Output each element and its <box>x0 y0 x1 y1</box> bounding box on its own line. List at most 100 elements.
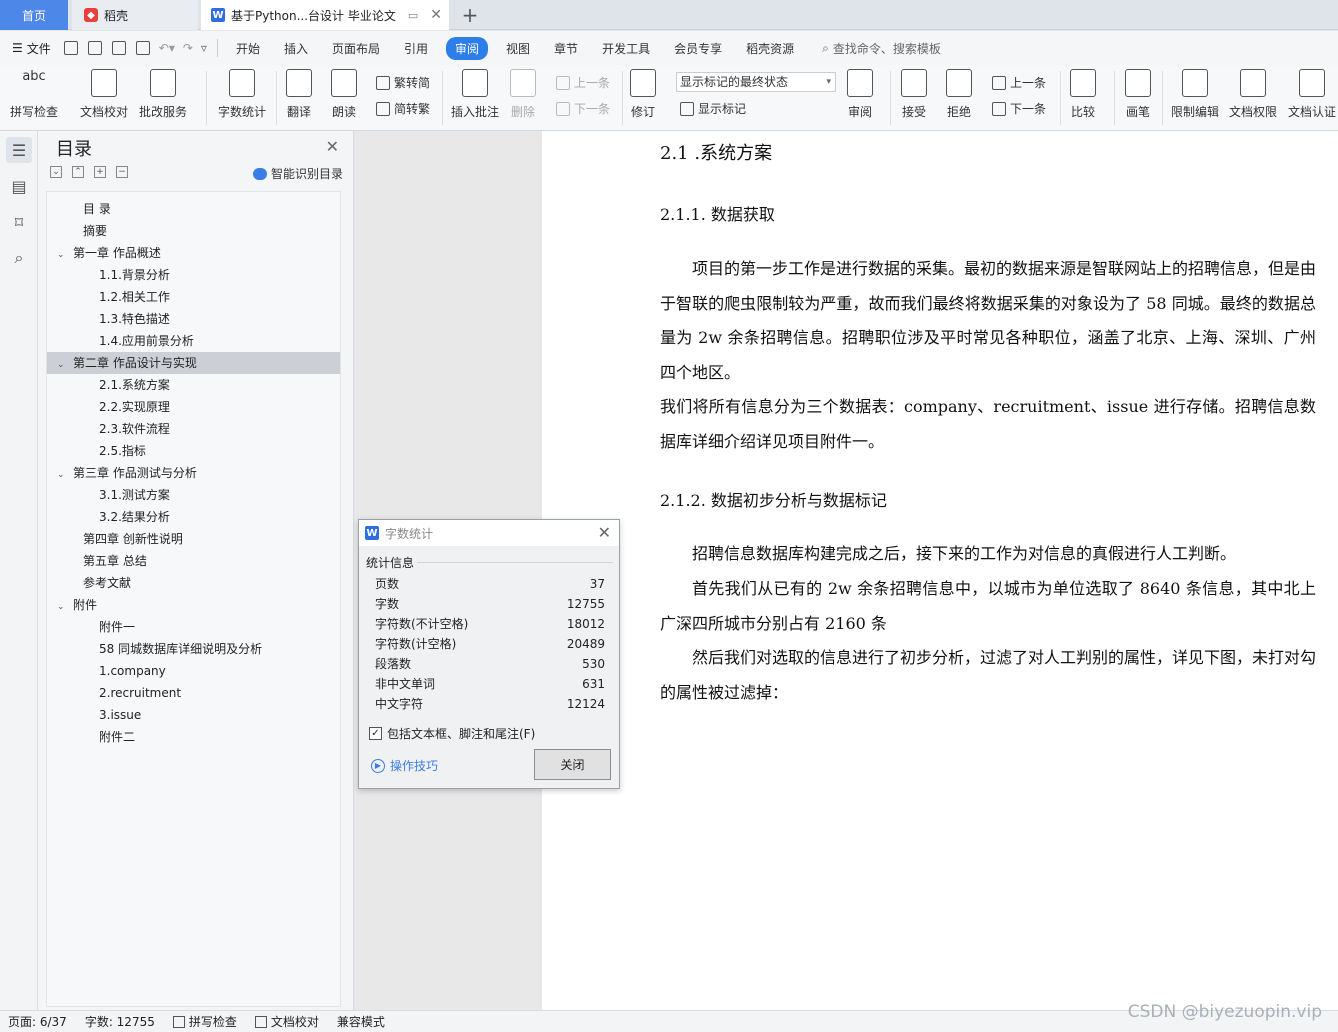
menu-start[interactable]: 开始 <box>224 40 272 57</box>
toc-item[interactable]: ⌄ 第二章 作品设计与实现 <box>47 352 340 374</box>
toc-item[interactable]: 1.3.特色描述 <box>47 308 340 330</box>
page-indicator[interactable]: 页面: 6/37 <box>8 1013 67 1030</box>
save-icon[interactable] <box>63 41 78 55</box>
accept-button[interactable]: 接受 <box>901 69 927 120</box>
restrict-editing-button[interactable]: 限制编辑 <box>1171 69 1219 120</box>
close-icon[interactable]: ✕ <box>598 523 611 542</box>
toc-item[interactable]: ⌄ 第一章 作品概述 <box>47 242 340 264</box>
toc-item[interactable]: 1.4.应用前景分析 <box>47 330 340 352</box>
tips-link[interactable]: ▶ 操作技巧 <box>371 757 438 774</box>
redo-icon[interactable]: ↷ <box>183 41 193 55</box>
toc-item[interactable]: 2.3.软件流程 <box>47 418 340 440</box>
print-icon[interactable] <box>111 41 126 55</box>
toc-item[interactable]: 目 录 <box>47 198 340 220</box>
file-menu[interactable]: ☰ 文件 <box>0 40 59 57</box>
toc-item[interactable]: 1.1.背景分析 <box>47 264 340 286</box>
toc-item[interactable]: 摘要 <box>47 220 340 242</box>
menu-chapter[interactable]: 章节 <box>542 40 590 57</box>
tab-home[interactable]: 首页 <box>0 0 68 30</box>
document-rights-button[interactable]: 文档权限 <box>1229 69 1277 120</box>
command-search[interactable]: ⌕ 查找命令、搜索模板 <box>822 40 941 57</box>
translate-button[interactable]: 翻译 <box>286 69 312 120</box>
chevron-down-icon[interactable]: ⌄ <box>57 464 67 486</box>
collapse-all-icon[interactable]: ⌃ <box>72 166 84 178</box>
menu-developer[interactable]: 开发工具 <box>590 40 662 57</box>
menu-insert[interactable]: 插入 <box>272 40 320 57</box>
insert-comment-button[interactable]: 插入批注 <box>451 69 499 120</box>
toc-item[interactable]: 2.1.系统方案 <box>47 374 340 396</box>
review-pane-button[interactable]: 审阅 <box>847 69 873 120</box>
chapter-nav-icon[interactable]: ▤ <box>6 173 32 199</box>
export-icon[interactable] <box>87 41 102 55</box>
menu-daoke-resources[interactable]: 稻壳资源 <box>734 40 806 57</box>
toc-item[interactable]: 第四章 创新性说明 <box>47 528 340 550</box>
chevron-down-icon[interactable]: ⌄ <box>57 244 67 266</box>
menu-view[interactable]: 视图 <box>494 40 542 57</box>
add-heading-icon[interactable]: + <box>94 166 106 178</box>
toc-item[interactable]: 1.company <box>47 660 340 682</box>
prev-comment-button[interactable]: 上一条 <box>556 74 610 91</box>
toc-item[interactable]: 2.recruitment <box>47 682 340 704</box>
tab-daoke[interactable]: ◆ 稻壳 <box>72 0 198 30</box>
toc-item[interactable]: 参考文献 <box>47 572 340 594</box>
document-auth-button[interactable]: 文档认证 <box>1288 69 1336 120</box>
toc-item[interactable]: 58 同城数据库详细说明及分析 <box>47 638 340 660</box>
close-icon[interactable]: ✕ <box>326 137 339 156</box>
toc-item[interactable]: 3.1.测试方案 <box>47 484 340 506</box>
track-changes-button[interactable]: 修订 <box>630 69 656 120</box>
reject-button[interactable]: 拒绝 <box>946 69 972 120</box>
toc-item[interactable]: 3.2.结果分析 <box>47 506 340 528</box>
remove-heading-icon[interactable]: − <box>116 166 128 178</box>
expand-all-icon[interactable]: ⌄ <box>50 166 62 178</box>
menu-review[interactable]: 审阅 <box>446 36 489 60</box>
toc-item[interactable]: 第五章 总结 <box>47 550 340 572</box>
markup-display-select[interactable]: 显示标记的最终状态 ▾ <box>676 72 836 92</box>
next-change-button[interactable]: 下一条 <box>992 100 1046 117</box>
smart-toc-button[interactable]: 智能识别目录 <box>252 165 343 182</box>
close-button[interactable]: 关闭 <box>534 749 611 780</box>
simp-to-trad-button[interactable]: 简转繁 <box>376 100 430 117</box>
doc-check-button[interactable]: 文档校对 <box>80 69 128 120</box>
customize-icon[interactable]: ▿ <box>201 41 207 55</box>
toc-item[interactable]: ⌄ 附件 <box>47 594 340 616</box>
compare-button[interactable]: 比较 <box>1070 69 1096 120</box>
undo-icon[interactable]: ↶▾ <box>159 41 175 55</box>
word-count-indicator[interactable]: 字数: 12755 <box>85 1013 155 1030</box>
toc-pane-icon[interactable]: ☰ <box>6 137 32 163</box>
new-tab-button[interactable]: + <box>458 0 482 30</box>
search-icon[interactable]: ⌕ <box>6 245 32 271</box>
chevron-down-icon[interactable]: ⌄ <box>57 596 67 618</box>
pen-button[interactable]: 画笔 <box>1125 69 1151 120</box>
status-spell-check[interactable]: 拼写检查 <box>172 1013 237 1030</box>
spell-check-button[interactable]: abc 拼写检查 <box>10 69 58 120</box>
delete-comment-button[interactable]: 删除 <box>510 69 536 120</box>
toc-item[interactable]: 2.2.实现原理 <box>47 396 340 418</box>
read-aloud-button[interactable]: 朗读 <box>331 69 357 120</box>
status-doc-check[interactable]: 文档校对 <box>254 1013 319 1030</box>
prev-change-button[interactable]: 上一条 <box>992 74 1046 91</box>
toc-item[interactable]: 2.5.指标 <box>47 440 340 462</box>
toc-item[interactable]: 1.2.相关工作 <box>47 286 340 308</box>
bookmark-icon[interactable]: ⌑ <box>6 209 32 235</box>
window-restore-icon[interactable]: ▭ <box>408 9 418 22</box>
menu-member[interactable]: 会员专享 <box>662 40 734 57</box>
tab-document[interactable]: W 基于Python...台设计 毕业论文 ▭ ✕ <box>201 0 449 30</box>
toc-item[interactable]: 附件一 <box>47 616 340 638</box>
trad-to-simp-button[interactable]: 繁转简 <box>376 74 430 91</box>
word-count-button[interactable]: 字数统计 <box>218 69 266 120</box>
next-comment-button[interactable]: 下一条 <box>556 100 610 117</box>
show-markup-button[interactable]: 显示标记 <box>680 100 746 117</box>
chevron-down-icon[interactable]: ⌄ <box>57 354 67 376</box>
close-tab-icon[interactable]: ✕ <box>430 7 442 23</box>
print-preview-icon[interactable] <box>135 41 150 55</box>
toc-item[interactable]: ⌄ 第三章 作品测试与分析 <box>47 462 340 484</box>
include-textbox-checkbox[interactable]: ✓ 包括文本框、脚注和尾注(F) <box>369 725 535 742</box>
document-page[interactable]: 2.1 .系统方案 2.1.1. 数据获取 项目的第一步工作是进行数据的采集。最… <box>542 131 1338 1010</box>
menu-page-layout[interactable]: 页面布局 <box>320 40 392 57</box>
toc-item[interactable]: 附件二 <box>47 726 340 748</box>
menu-references[interactable]: 引用 <box>392 40 440 57</box>
batch-service-button[interactable]: 批改服务 <box>139 69 187 120</box>
smart-recognize-icon <box>252 167 267 180</box>
dialog-titlebar[interactable]: W 字数统计 <box>359 520 619 546</box>
toc-item[interactable]: 3.issue <box>47 704 340 726</box>
